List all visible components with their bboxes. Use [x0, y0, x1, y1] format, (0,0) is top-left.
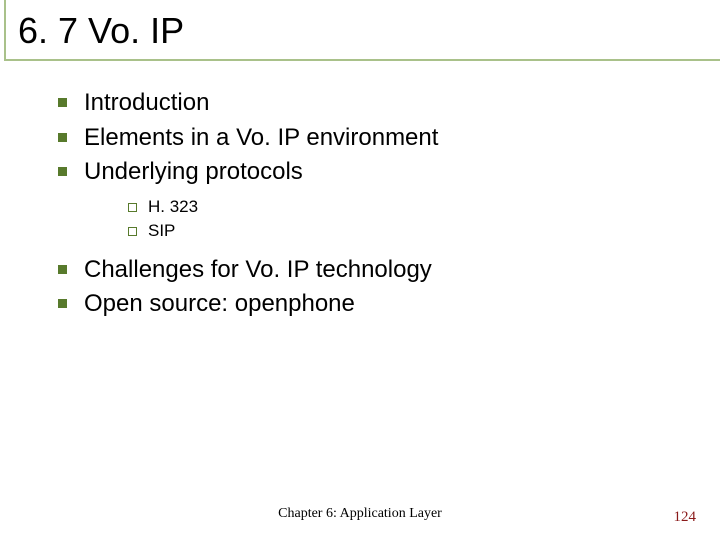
title-rule: 6. 7 Vo. IP [0, 8, 720, 61]
list-item-text: Underlying protocols [84, 158, 303, 185]
list-item-text: Challenges for Vo. IP technology [84, 256, 432, 283]
bullet-list-sub: H. 323 SIP [84, 189, 680, 252]
list-item-text: Introduction [84, 89, 209, 116]
bullet-list-1: Introduction Elements in a Vo. IP enviro… [56, 87, 680, 251]
bullet-list-2: Challenges for Vo. IP technology Open so… [56, 254, 680, 321]
list-item: Challenges for Vo. IP technology [56, 254, 680, 286]
list-item-text: Open source: openphone [84, 290, 355, 317]
list-item: SIP [126, 219, 680, 244]
slide-title: 6. 7 Vo. IP [18, 8, 720, 51]
slide-content: Introduction Elements in a Vo. IP enviro… [0, 61, 720, 320]
list-item: Introduction [56, 87, 680, 119]
list-item: Open source: openphone [56, 288, 680, 320]
list-item-text: Elements in a Vo. IP environment [84, 124, 438, 151]
list-item-text: H. 323 [148, 197, 198, 216]
list-item: Elements in a Vo. IP environment [56, 122, 680, 154]
page-number: 124 [674, 509, 697, 526]
list-item-text: SIP [148, 221, 175, 240]
list-item: Underlying protocols H. 323 SIP [56, 156, 680, 252]
footer-text: Chapter 6: Application Layer [0, 506, 720, 522]
list-item: H. 323 [126, 195, 680, 220]
slide: 6. 7 Vo. IP Introduction Elements in a V… [0, 0, 720, 540]
slide-footer: Chapter 6: Application Layer 124 [0, 506, 720, 526]
